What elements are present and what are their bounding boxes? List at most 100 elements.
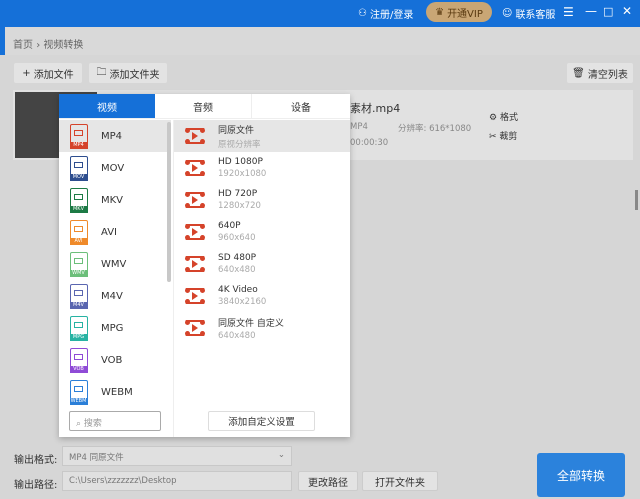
chat-icon: ☺: [502, 8, 513, 19]
add-file-button[interactable]: + 添加文件: [14, 63, 82, 83]
file-video-icon: M4V: [69, 284, 88, 309]
preset-resolution: 1280x720: [218, 201, 261, 211]
file-duration: 00:00:30: [350, 138, 389, 148]
format-item-mov[interactable]: MOV MOV: [59, 152, 171, 184]
crown-icon: ♛: [435, 6, 445, 18]
search-input[interactable]: ⌕ 搜索: [69, 411, 161, 431]
breadcrumb-separator: ›: [36, 40, 41, 51]
preset-name: 640P: [218, 221, 241, 231]
film-icon: [185, 128, 205, 144]
user-icon: ⚇: [358, 8, 367, 19]
format-item-webm[interactable]: WEBM WEBM: [59, 376, 171, 408]
vip-label: 开通VIP: [447, 8, 483, 20]
preset-resolution: 3840x2160: [218, 297, 267, 307]
login-link[interactable]: ⚇ 注册/登录: [358, 6, 413, 21]
preset-name: HD 720P: [218, 189, 258, 199]
file-format: MP4: [350, 122, 368, 132]
convert-all-button[interactable]: 全部转换: [537, 453, 625, 497]
format-list-scrollbar[interactable]: [167, 122, 171, 282]
preset-item[interactable]: SD 480P 640x480: [174, 248, 350, 280]
preset-item[interactable]: 4K Video 3840x2160: [174, 280, 350, 312]
file-video-icon: WMV: [69, 252, 88, 277]
minimize-icon[interactable]: —: [585, 4, 597, 18]
add-custom-setting-button[interactable]: 添加自定义设置: [208, 411, 315, 431]
format-item-mkv[interactable]: MKV MKV: [59, 184, 171, 216]
format-item-avi[interactable]: AVI AVI: [59, 216, 171, 248]
add-folder-button[interactable]: 🗀 添加文件夹: [89, 63, 167, 83]
gear-icon: ⚙: [489, 113, 498, 123]
format-name: VOB: [101, 354, 123, 366]
file-video-icon: WEBM: [69, 380, 88, 405]
preset-item[interactable]: 同原文件 原视分辨率: [174, 120, 350, 152]
main-scrollbar[interactable]: [635, 190, 638, 210]
preset-resolution: 640x480: [218, 330, 256, 341]
output-format-value: MP4 同原文件: [69, 453, 124, 463]
add-file-label: 添加文件: [33, 69, 74, 81]
format-name: WEBM: [101, 386, 133, 398]
output-format-label: 输出格式:: [14, 455, 58, 466]
output-format-select[interactable]: MP4 同原文件 ⌄: [62, 446, 292, 466]
tab-audio[interactable]: 音频: [155, 94, 252, 119]
tab-video[interactable]: 视频: [59, 94, 155, 119]
add-folder-label: 添加文件夹: [109, 69, 160, 81]
format-name: MPG: [101, 322, 124, 334]
film-icon: [185, 192, 205, 208]
scissors-icon: ✂: [489, 132, 497, 142]
service-label: 联系客服: [515, 10, 556, 21]
file-video-icon: VOB: [69, 348, 88, 373]
folder-icon: 🗀: [96, 66, 107, 78]
format-item-m4v[interactable]: M4V M4V: [59, 280, 171, 312]
file-badge: MP4: [69, 141, 88, 149]
breadcrumb-home[interactable]: 首页: [13, 40, 33, 51]
format-list: MP4 MP4 MOV MOV MKV MKV AVI AVI WMV WMV M4V M4V MPG M…: [59, 120, 173, 437]
trim-button[interactable]: ✂ 裁剪: [489, 129, 517, 142]
preset-resolution: 1920x1080: [218, 169, 267, 179]
plus-icon: +: [22, 67, 31, 79]
vip-button[interactable]: ♛ 开通VIP: [426, 2, 492, 22]
file-video-icon: MPG: [69, 316, 88, 341]
search-icon: ⌕: [76, 419, 82, 429]
file-resolution: 分辨率: 616*1080: [398, 124, 472, 134]
breadcrumb: 首页 › 视频转换: [5, 27, 640, 55]
preset-item[interactable]: 640P 960x640: [174, 216, 350, 248]
preset-resolution: 960x640: [218, 233, 256, 243]
file-video-icon: MP4: [69, 124, 88, 149]
preset-item[interactable]: 同原文件 自定义 640x480: [174, 312, 350, 344]
preset-name: HD 1080P: [218, 157, 263, 167]
format-button[interactable]: ⚙ 格式: [489, 110, 518, 123]
format-item-wmv[interactable]: WMV WMV: [59, 248, 171, 280]
format-name: M4V: [101, 290, 123, 302]
tab-device[interactable]: 设备: [252, 94, 350, 119]
output-path-input[interactable]: C:\Users\zzzzzzz\Desktop: [62, 471, 292, 491]
open-folder-button[interactable]: 打开文件夹: [362, 471, 438, 491]
file-name: 素材.mp4: [350, 102, 401, 115]
film-icon: [185, 224, 205, 240]
file-video-icon: MKV: [69, 188, 88, 213]
film-icon: [185, 320, 205, 336]
preset-resolution: 640x480: [218, 265, 256, 275]
trash-icon: 🗑: [572, 67, 585, 79]
maximize-icon[interactable]: □: [603, 5, 613, 18]
format-item-vob[interactable]: VOB VOB: [59, 344, 171, 376]
preset-resolution: 原视分辨率: [218, 139, 261, 150]
format-name: AVI: [101, 226, 117, 238]
login-label: 注册/登录: [369, 10, 414, 21]
close-icon[interactable]: ✕: [622, 4, 632, 18]
format-item-mpg[interactable]: MPG MPG: [59, 312, 171, 344]
format-name: WMV: [101, 258, 127, 270]
chevron-down-icon: ⌄: [277, 450, 285, 460]
file-badge: AVI: [69, 237, 88, 245]
film-icon: [185, 288, 205, 304]
preset-item[interactable]: HD 720P 1280x720: [174, 184, 350, 216]
preset-item[interactable]: HD 1080P 1920x1080: [174, 152, 350, 184]
clear-list-button[interactable]: 🗑 清空列表: [567, 63, 633, 83]
file-badge: M4V: [69, 301, 88, 309]
breadcrumb-current: 视频转换: [43, 40, 84, 51]
format-item-mp4[interactable]: MP4 MP4: [59, 120, 171, 152]
menu-icon[interactable]: ☰: [563, 5, 574, 19]
preset-name: 同原文件 自定义: [218, 318, 284, 329]
change-path-button[interactable]: 更改路径: [298, 471, 358, 491]
file-video-icon: AVI: [69, 220, 88, 245]
service-link[interactable]: ☺ 联系客服: [502, 6, 555, 21]
preset-list: 同原文件 原视分辨率 HD 1080P 1920x1080 HD 720P 1280x72…: [174, 120, 350, 380]
